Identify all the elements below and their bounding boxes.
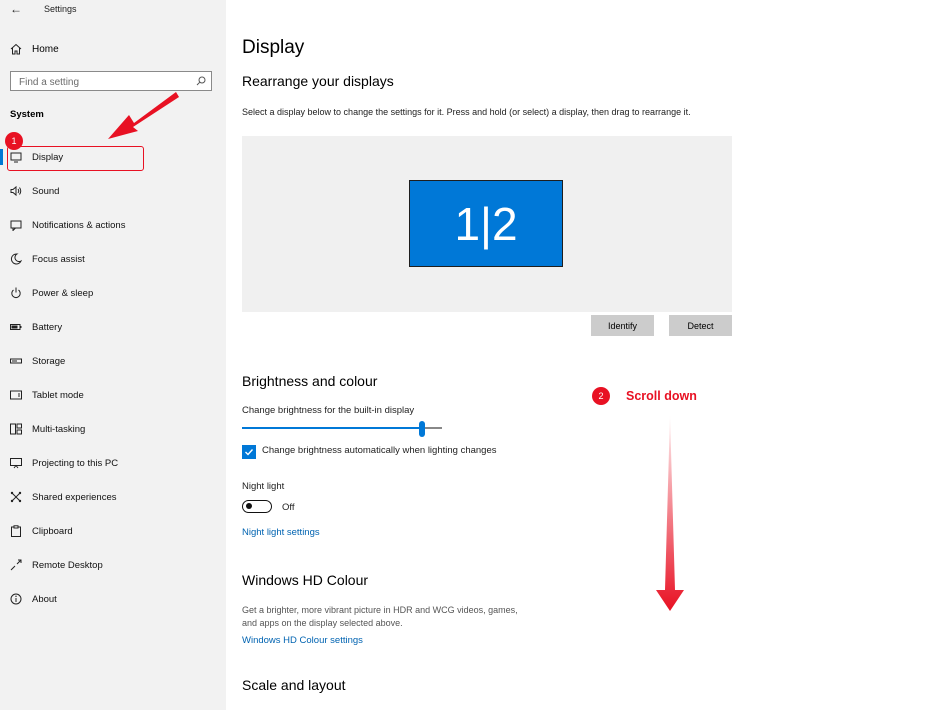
projecting-icon xyxy=(10,458,22,469)
battery-icon xyxy=(10,324,22,330)
scale-layout-heading: Scale and layout xyxy=(242,677,346,693)
section-heading-system: System xyxy=(10,109,44,120)
annotation-highlight-box xyxy=(7,146,144,171)
checkmark-icon xyxy=(245,449,254,456)
search-box[interactable] xyxy=(10,71,212,92)
sidebar-item-remote-desktop[interactable]: Remote Desktop xyxy=(0,548,226,582)
back-arrow-icon[interactable]: ← xyxy=(10,2,22,16)
sound-icon xyxy=(10,185,22,197)
hd-colour-description-line2: and apps on the display selected above. xyxy=(242,618,403,628)
sidebar-item-projecting[interactable]: Projecting to this PC xyxy=(0,446,226,480)
sidebar-item-label: Sound xyxy=(32,185,60,197)
night-light-toggle[interactable] xyxy=(242,500,272,513)
sidebar-item-sound[interactable]: Sound xyxy=(0,174,226,208)
sidebar-item-label: Projecting to this PC xyxy=(32,457,119,469)
step-2-badge: 2 xyxy=(592,387,610,405)
sidebar-item-storage[interactable]: Storage xyxy=(0,344,226,378)
slider-thumb[interactable] xyxy=(419,421,425,437)
hd-colour-description-line1: Get a brighter, more vibrant picture in … xyxy=(242,605,518,615)
scroll-down-annotation: Scroll down xyxy=(626,389,697,403)
sidebar-item-label: Storage xyxy=(32,355,66,367)
display-arrangement-area[interactable]: 1|2 xyxy=(242,136,732,312)
monitor-1-2-tile[interactable]: 1|2 xyxy=(409,180,563,267)
night-light-state: Off xyxy=(282,502,295,513)
sidebar-item-label: Shared experiences xyxy=(32,491,117,503)
power-icon xyxy=(11,287,21,298)
shared-experiences-icon xyxy=(10,491,22,503)
sidebar-item-about[interactable]: About xyxy=(0,582,226,616)
step-1-badge: 1 xyxy=(5,132,23,150)
sidebar-item-label: Notifications & actions xyxy=(32,219,126,231)
sidebar-item-power-sleep[interactable]: Power & sleep xyxy=(0,276,226,310)
title-bar: ← Settings xyxy=(0,0,226,18)
night-light-settings-link[interactable]: Night light settings xyxy=(242,527,320,538)
sidebar-item-multitasking[interactable]: Multi-tasking xyxy=(0,412,226,446)
home-icon xyxy=(10,43,22,55)
sidebar-nav: Display Sound Notifications & actions Fo… xyxy=(0,140,226,616)
hd-colour-settings-link[interactable]: Windows HD Colour settings xyxy=(242,635,363,646)
search-icon[interactable] xyxy=(196,76,206,86)
sidebar-item-shared-experiences[interactable]: Shared experiences xyxy=(0,480,226,514)
auto-brightness-checkbox[interactable] xyxy=(242,445,256,459)
hd-colour-heading: Windows HD Colour xyxy=(242,572,369,588)
page-title: Display xyxy=(242,37,305,58)
sidebar-item-label: About xyxy=(32,593,57,605)
storage-icon xyxy=(10,358,22,364)
focus-assist-icon xyxy=(10,253,22,265)
app-title: Settings xyxy=(44,4,77,14)
rearrange-description: Select a display below to change the set… xyxy=(242,107,691,117)
brightness-slider[interactable] xyxy=(242,421,442,437)
sidebar-item-clipboard[interactable]: Clipboard xyxy=(0,514,226,548)
sidebar-item-tablet-mode[interactable]: Tablet mode xyxy=(0,378,226,412)
remote-desktop-icon xyxy=(10,559,22,571)
slider-fill xyxy=(242,427,422,429)
sidebar-item-battery[interactable]: Battery xyxy=(0,310,226,344)
sidebar-item-label: Multi-tasking xyxy=(32,423,86,435)
sidebar-item-notifications[interactable]: Notifications & actions xyxy=(0,208,226,242)
multitasking-icon xyxy=(10,423,22,435)
brightness-heading: Brightness and colour xyxy=(242,373,378,389)
about-icon xyxy=(10,593,22,605)
detect-button[interactable]: Detect xyxy=(669,315,732,336)
brightness-slider-label: Change brightness for the built-in displ… xyxy=(242,405,415,416)
toggle-knob xyxy=(246,503,252,509)
sidebar-item-label: Clipboard xyxy=(32,525,73,537)
tablet-mode-icon xyxy=(10,390,22,400)
notifications-icon xyxy=(10,220,22,231)
sidebar-item-label: Remote Desktop xyxy=(32,559,103,571)
sidebar-item-focus-assist[interactable]: Focus assist xyxy=(0,242,226,276)
annotation-arrow-down-icon xyxy=(656,415,684,611)
sidebar-item-label: Power & sleep xyxy=(32,287,94,299)
night-light-label: Night light xyxy=(242,481,285,492)
sidebar-item-label: Focus assist xyxy=(32,253,85,265)
rearrange-heading: Rearrange your displays xyxy=(242,73,394,89)
clipboard-icon xyxy=(11,525,21,537)
sidebar-item-label: Tablet mode xyxy=(32,389,84,401)
sidebar-item-label: Battery xyxy=(32,321,63,333)
auto-brightness-label: Change brightness automatically when lig… xyxy=(262,445,497,456)
home-nav-item[interactable]: Home xyxy=(10,40,59,58)
identify-button[interactable]: Identify xyxy=(591,315,654,336)
home-label: Home xyxy=(32,43,59,55)
annotation-arrow-1-icon xyxy=(108,92,179,139)
search-input[interactable] xyxy=(11,73,194,92)
